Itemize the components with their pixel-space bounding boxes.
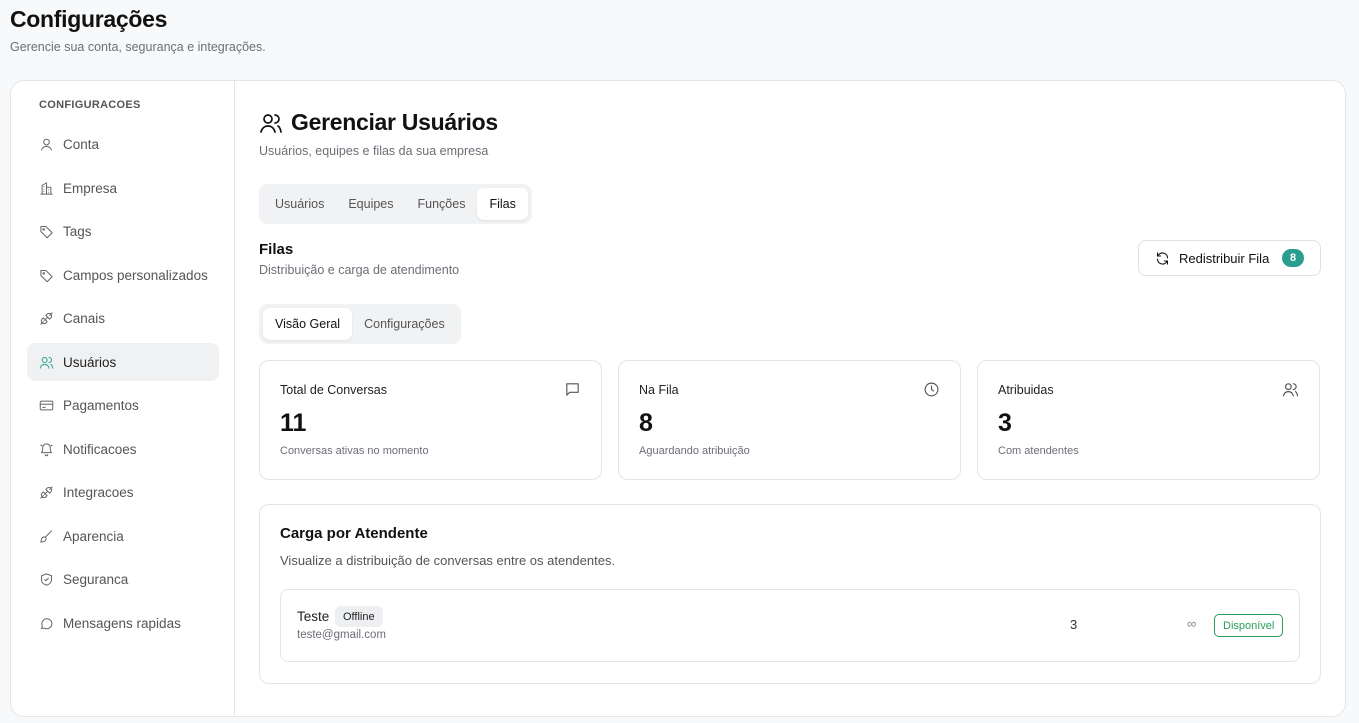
plug-icon bbox=[39, 311, 54, 326]
sidebar-item-usuarios[interactable]: Usuários bbox=[27, 343, 219, 381]
sidebar-item-mensagens-rapidas[interactable]: Mensagens rapidas bbox=[27, 604, 219, 642]
clock-icon bbox=[923, 381, 940, 398]
filas-subtitle: Distribuição e carga de atendimento bbox=[259, 263, 460, 277]
sidebar-item-label: Empresa bbox=[63, 180, 118, 196]
settings-card: CONFIGURACOES Conta Empresa Tags Campos … bbox=[10, 80, 1346, 717]
agent-load-card: Carga por Atendente Visualize a distribu… bbox=[259, 504, 1321, 684]
users-icon bbox=[260, 113, 282, 133]
page-header: Configurações Gerencie sua conta, segura… bbox=[10, 6, 266, 54]
sidebar-item-conta[interactable]: Conta bbox=[27, 125, 219, 163]
sidebar-item-label: Notificacoes bbox=[63, 441, 137, 457]
sidebar-item-label: Seguranca bbox=[63, 571, 129, 587]
page-title: Configurações bbox=[10, 6, 168, 32]
tab-visao-geral[interactable]: Visão Geral bbox=[263, 308, 353, 340]
stat-desc: Conversas ativas no momento bbox=[280, 445, 429, 457]
redistribute-label: Redistribuir Fila bbox=[1179, 250, 1270, 266]
sidebar-item-aparencia[interactable]: Aparencia bbox=[27, 517, 219, 555]
tab-filas[interactable]: Filas bbox=[477, 188, 528, 220]
users-icon bbox=[1282, 381, 1299, 398]
brush-icon bbox=[39, 529, 54, 544]
tag-icon bbox=[39, 224, 54, 239]
credit-card-icon bbox=[39, 398, 54, 413]
sidebar-item-label: Mensagens rapidas bbox=[63, 615, 181, 631]
sidebar-item-notificacoes[interactable]: Notificacoes bbox=[27, 430, 219, 468]
message-square-icon bbox=[564, 381, 581, 398]
sidebar-item-label: Canais bbox=[63, 310, 106, 326]
stat-label: Atribuidas bbox=[998, 383, 1054, 397]
sidebar-item-label: Campos personalizados bbox=[63, 267, 208, 283]
stat-label: Total de Conversas bbox=[280, 383, 388, 397]
stat-value: 11 bbox=[280, 409, 307, 437]
stat-desc: Aguardando atribuição bbox=[639, 445, 750, 457]
availability-badge: Disponível bbox=[1214, 614, 1284, 637]
filas-title: Filas bbox=[259, 241, 294, 258]
section-title: Gerenciar Usuários bbox=[259, 109, 498, 136]
sidebar-item-campos-personalizados[interactable]: Campos personalizados bbox=[27, 256, 219, 294]
sidebar-heading: CONFIGURACOES bbox=[39, 99, 141, 111]
message-circle-icon bbox=[39, 616, 54, 631]
sidebar-item-label: Integracoes bbox=[63, 484, 134, 500]
users-icon bbox=[39, 355, 54, 370]
sidebar-item-canais[interactable]: Canais bbox=[27, 299, 219, 337]
sidebar-item-empresa[interactable]: Empresa bbox=[27, 169, 219, 207]
tab-funcoes[interactable]: Funções bbox=[406, 188, 478, 220]
sidebar-item-label: Conta bbox=[63, 136, 100, 152]
plug-icon bbox=[39, 485, 54, 500]
tag-icon bbox=[39, 268, 54, 283]
tab-equipes[interactable]: Equipes bbox=[336, 188, 405, 220]
stat-card-total-conversas: Total de Conversas 11 Conversas ativas n… bbox=[259, 360, 602, 480]
agent-load-subtitle: Visualize a distribuição de conversas en… bbox=[280, 553, 616, 568]
user-icon bbox=[39, 137, 54, 152]
agent-name: Teste bbox=[297, 609, 330, 624]
agent-limit: ∞ bbox=[1187, 616, 1197, 631]
stat-card-na-fila: Na Fila 8 Aguardando atribuição bbox=[618, 360, 961, 480]
agent-load-title: Carga por Atendente bbox=[280, 525, 428, 542]
stat-card-atribuidas: Atribuidas 3 Com atendentes bbox=[977, 360, 1320, 480]
sidebar-item-integracoes[interactable]: Integracoes bbox=[27, 473, 219, 511]
agent-conversation-count: 3 bbox=[1070, 617, 1078, 632]
sidebar-item-seguranca[interactable]: Seguranca bbox=[27, 560, 219, 598]
sidebar-item-tags[interactable]: Tags bbox=[27, 212, 219, 250]
section-subtitle: Usuários, equipes e filas da sua empresa bbox=[259, 144, 489, 158]
sidebar-item-label: Tags bbox=[63, 223, 92, 239]
sidebar-item-label: Pagamentos bbox=[63, 397, 139, 413]
filas-subtabs: Visão Geral Configurações bbox=[259, 304, 461, 344]
status-badge: Offline bbox=[335, 606, 383, 627]
users-tabs: Usuários Equipes Funções Filas bbox=[259, 184, 532, 224]
settings-sidebar: CONFIGURACOES Conta Empresa Tags Campos … bbox=[11, 81, 235, 716]
sidebar-item-label: Aparencia bbox=[63, 528, 124, 544]
sidebar-item-label: Usuários bbox=[63, 354, 117, 370]
building-icon bbox=[39, 181, 54, 196]
stat-value: 8 bbox=[639, 409, 653, 437]
bell-icon bbox=[39, 442, 54, 457]
stat-value: 3 bbox=[998, 409, 1012, 437]
redistribute-count-badge: 8 bbox=[1282, 249, 1304, 267]
redistribute-queue-button[interactable]: Redistribuir Fila 8 bbox=[1138, 240, 1321, 276]
shield-icon bbox=[39, 572, 54, 587]
tab-configuracoes[interactable]: Configurações bbox=[352, 308, 457, 340]
table-row: Teste Offline teste@gmail.com 3 ∞ Dispon… bbox=[280, 589, 1300, 662]
stat-desc: Com atendentes bbox=[998, 445, 1079, 457]
page-subtitle: Gerencie sua conta, segurança e integraç… bbox=[10, 40, 266, 54]
section-title-text: Gerenciar Usuários bbox=[291, 109, 498, 135]
sidebar-item-pagamentos[interactable]: Pagamentos bbox=[27, 386, 219, 424]
refresh-icon bbox=[1156, 251, 1169, 265]
agent-email: teste@gmail.com bbox=[297, 629, 387, 641]
stat-label: Na Fila bbox=[639, 383, 679, 397]
tab-usuarios[interactable]: Usuários bbox=[263, 188, 336, 220]
users-content: Gerenciar Usuários Usuários, equipes e f… bbox=[259, 81, 1345, 716]
